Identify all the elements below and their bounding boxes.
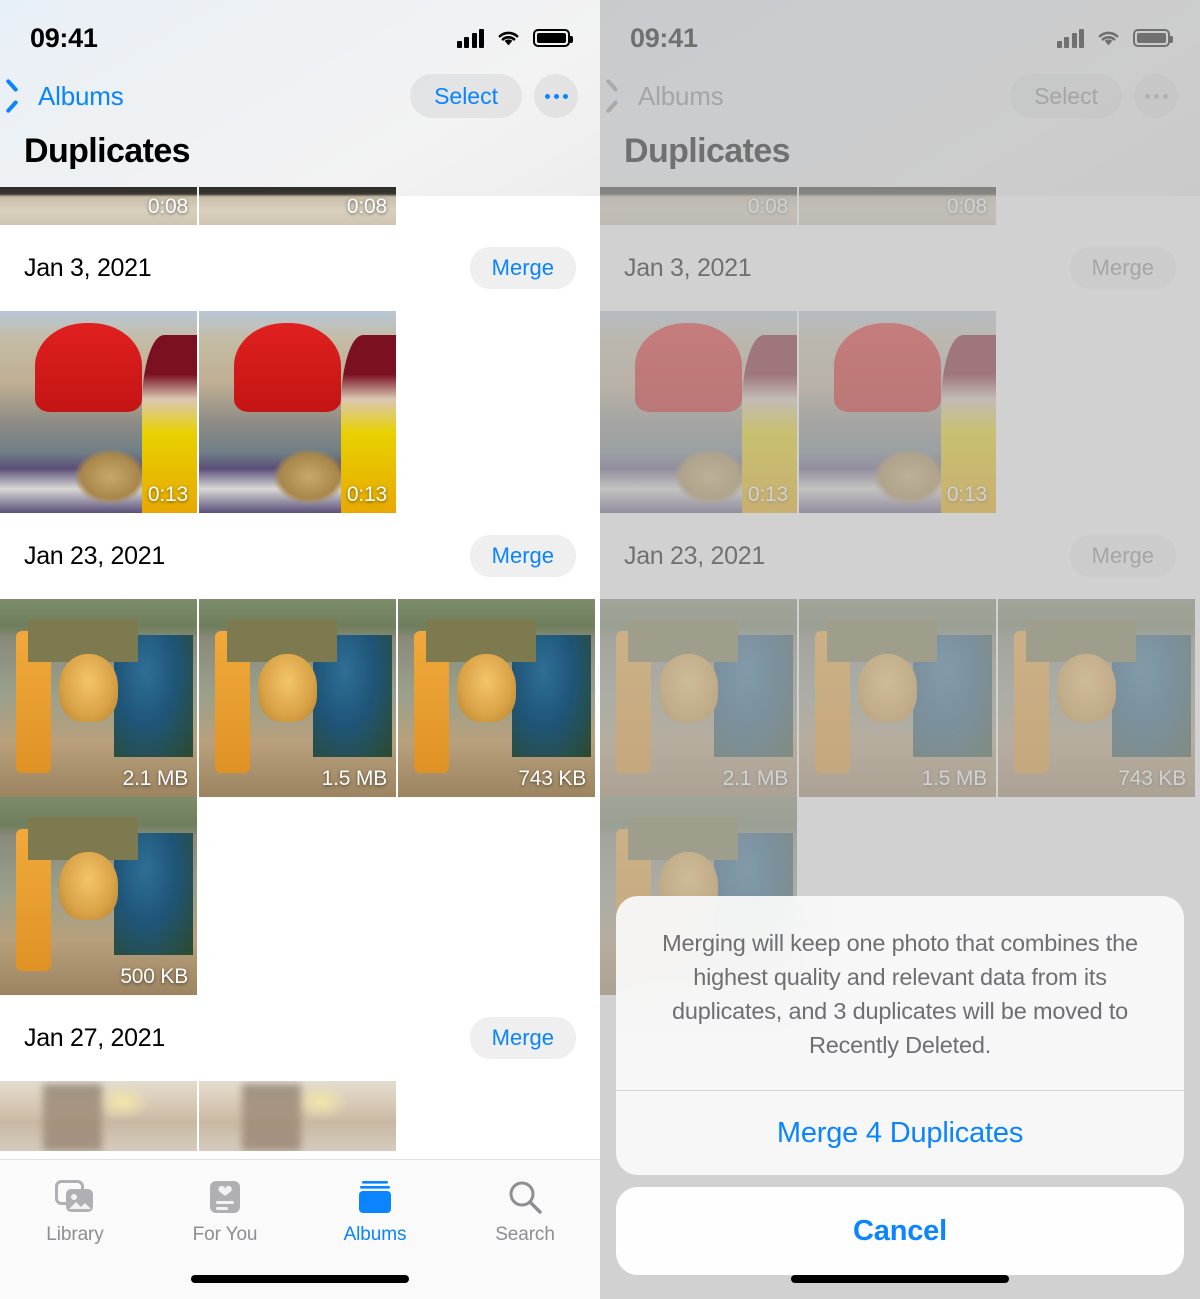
thumbnail-badge: 1.5 MB bbox=[321, 767, 388, 790]
tab-label: Search bbox=[495, 1224, 555, 1245]
dual-screenshot-comparison: 09:41 Albums Select Duplicates 0:08 0:08… bbox=[0, 0, 1200, 1299]
thumbnail-row: 0:08 0:08 bbox=[0, 187, 600, 225]
duplicate-thumbnail[interactable]: 500 KB bbox=[0, 797, 197, 995]
duplicate-group-header: Jan 27, 2021 Merge bbox=[0, 995, 600, 1081]
thumbnail-badge: 0:08 bbox=[147, 195, 188, 218]
group-date-label: Jan 23, 2021 bbox=[24, 541, 165, 570]
thumbnail-badge: 743 KB bbox=[518, 767, 586, 790]
merge-confirmation-action-sheet: Merging will keep one photo that combine… bbox=[616, 896, 1184, 1275]
merge-button[interactable]: Merge bbox=[469, 247, 576, 289]
tab-label: For You bbox=[192, 1224, 258, 1245]
wifi-icon bbox=[498, 31, 519, 46]
thumbnail-badge: 0:13 bbox=[346, 483, 387, 506]
more-options-button[interactable] bbox=[534, 74, 578, 118]
thumbnail-image bbox=[199, 1081, 396, 1151]
home-indicator bbox=[191, 1275, 409, 1283]
thumbnail-row: 500 KB bbox=[0, 797, 600, 995]
albums-stack-icon bbox=[355, 1176, 395, 1218]
ellipsis-dot-icon bbox=[562, 93, 568, 99]
action-sheet-group: Merging will keep one photo that combine… bbox=[616, 896, 1184, 1175]
magnifier-icon bbox=[506, 1176, 544, 1218]
duplicate-thumbnail[interactable]: 0:08 bbox=[199, 187, 396, 225]
merge-button[interactable]: Merge bbox=[469, 1017, 576, 1059]
battery-full-icon bbox=[533, 29, 573, 47]
tab-for-you[interactable]: For You bbox=[150, 1176, 300, 1246]
duplicate-thumbnail[interactable] bbox=[0, 1081, 197, 1151]
duplicate-thumbnail[interactable]: 0:08 bbox=[0, 187, 197, 225]
thumbnail-row bbox=[0, 1081, 600, 1151]
duplicate-thumbnail[interactable]: 0:13 bbox=[199, 311, 396, 513]
home-indicator bbox=[791, 1275, 1009, 1283]
duplicate-thumbnail[interactable] bbox=[199, 1081, 396, 1151]
tab-search[interactable]: Search bbox=[450, 1176, 600, 1246]
duplicate-group-header: Jan 23, 2021 Merge bbox=[0, 513, 600, 599]
navigation-bar: Albums Select bbox=[0, 62, 600, 130]
tab-albums[interactable]: Albums bbox=[300, 1176, 450, 1246]
group-date-label: Jan 3, 2021 bbox=[24, 253, 152, 282]
thumbnail-badge: 0:13 bbox=[147, 483, 188, 506]
thumbnail-badge: 500 KB bbox=[120, 965, 188, 988]
dialog-message: Merging will keep one photo that combine… bbox=[662, 930, 1138, 1058]
tab-label: Albums bbox=[343, 1224, 407, 1245]
status-bar-time: 09:41 bbox=[30, 22, 98, 53]
back-button[interactable]: Albums bbox=[14, 81, 124, 112]
chevron-left-icon bbox=[14, 83, 30, 109]
back-button-label: Albums bbox=[38, 80, 124, 111]
status-bar: 09:41 bbox=[0, 0, 600, 62]
thumbnail-row: 0:13 0:13 bbox=[0, 311, 600, 513]
page-title: Duplicates bbox=[24, 132, 191, 170]
duplicates-list: 0:08 0:08 Jan 3, 2021 Merge 0:13 0:13 Ja… bbox=[0, 187, 600, 1151]
status-bar-indicators bbox=[456, 28, 573, 48]
thumbnail-badge: 0:08 bbox=[346, 195, 387, 218]
duplicate-group-header: Jan 3, 2021 Merge bbox=[0, 225, 600, 311]
tab-bar: Library For You Albums Search bbox=[0, 1159, 600, 1299]
thumbnail-image bbox=[0, 1081, 197, 1151]
group-date-label: Jan 27, 2021 bbox=[24, 1023, 165, 1052]
left-phone-screen: 09:41 Albums Select Duplicates 0:08 0:08… bbox=[0, 0, 600, 1299]
tab-label: Library bbox=[46, 1224, 104, 1245]
duplicate-thumbnail[interactable]: 1.5 MB bbox=[199, 599, 396, 797]
thumbnail-badge: 2.1 MB bbox=[122, 767, 189, 790]
photos-library-icon bbox=[55, 1176, 95, 1218]
thumbnail-row: 2.1 MB 1.5 MB 743 KB bbox=[0, 599, 600, 797]
duplicate-thumbnail[interactable]: 743 KB bbox=[398, 599, 595, 797]
duplicate-thumbnail[interactable]: 0:13 bbox=[0, 311, 197, 513]
ellipsis-dot-icon bbox=[544, 93, 550, 99]
confirm-merge-button[interactable]: Merge 4 Duplicates bbox=[616, 1091, 1184, 1175]
nav-right-actions: Select bbox=[410, 74, 578, 118]
right-phone-screen: 09:41 Albums Select bbox=[600, 0, 1200, 1299]
ellipsis-dot-icon bbox=[553, 93, 559, 99]
select-button[interactable]: Select bbox=[410, 74, 522, 118]
cancel-button[interactable]: Cancel bbox=[616, 1187, 1184, 1275]
merge-button[interactable]: Merge bbox=[469, 535, 576, 577]
cellular-bars-icon bbox=[456, 28, 484, 48]
duplicate-thumbnail[interactable]: 2.1 MB bbox=[0, 599, 197, 797]
for-you-card-icon bbox=[208, 1176, 242, 1218]
tab-library[interactable]: Library bbox=[0, 1176, 150, 1246]
